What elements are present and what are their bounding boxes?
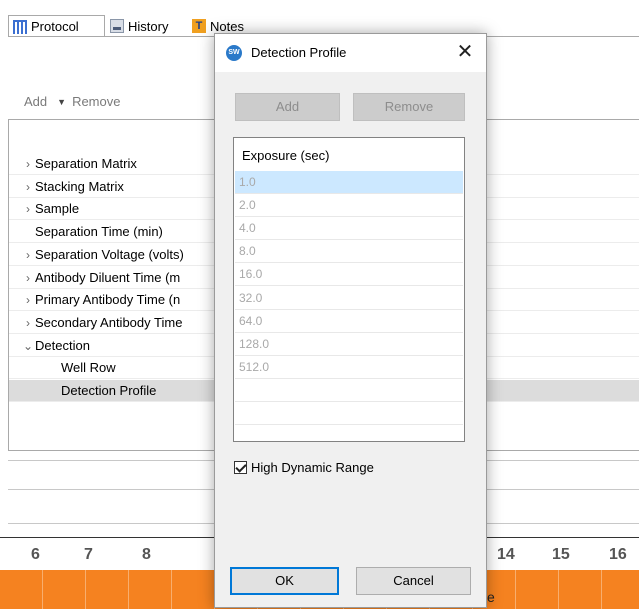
exposure-list-item[interactable]: 512.0 xyxy=(235,356,463,379)
exposure-list-item[interactable]: 2.0 xyxy=(235,194,463,218)
exposure-list-item[interactable]: 1.0 xyxy=(235,171,463,194)
timeline-number: 8 xyxy=(142,546,151,563)
exposure-column-header: Exposure (sec) xyxy=(242,148,330,163)
exposure-list-item[interactable]: 16.0 xyxy=(235,263,463,287)
checkbox-checked-icon[interactable] xyxy=(234,461,247,474)
timeline-number: 7 xyxy=(84,546,93,563)
exposure-list-item[interactable]: 4.0 xyxy=(235,217,463,241)
detection-profile-dialog: SW Detection Profile ✕ Add Remove Exposu… xyxy=(214,33,487,608)
timeline-number: 14 xyxy=(497,546,515,563)
chevron-right-icon[interactable]: › xyxy=(21,244,35,266)
high-dynamic-range-label: High Dynamic Range xyxy=(251,460,374,475)
tree-row-label: Primary Antibody Time (n xyxy=(35,292,181,308)
cancel-button[interactable]: Cancel xyxy=(356,567,471,595)
toolbar-remove-button[interactable]: Remove xyxy=(72,94,120,109)
tree-row-label: Separation Matrix xyxy=(35,156,137,171)
chevron-right-icon[interactable]: › xyxy=(21,198,35,220)
timeline-number: 6 xyxy=(31,546,40,563)
tree-row-label: Well Row xyxy=(61,360,116,376)
timeline-label: e xyxy=(487,589,495,605)
chevron-right-icon[interactable]: › xyxy=(21,267,35,289)
tree-row-label: Separation Time (min) xyxy=(35,224,163,240)
exposure-list-item[interactable]: 32.0 xyxy=(235,287,463,310)
tab-protocol[interactable]: Protocol xyxy=(8,15,105,37)
dialog-titlebar[interactable]: SW Detection Profile ✕ xyxy=(215,34,486,72)
tree-row-label: Sample xyxy=(35,201,80,217)
toolbar-add-button[interactable]: Add xyxy=(24,94,47,109)
exposure-list-item[interactable] xyxy=(235,379,463,402)
chevron-down-icon[interactable]: ⌄ xyxy=(21,335,35,357)
dialog-title: Detection Profile xyxy=(251,45,347,60)
history-icon xyxy=(110,19,124,33)
chevron-right-icon[interactable]: › xyxy=(21,289,35,311)
exposure-list-item[interactable] xyxy=(235,402,463,425)
tree-row-label: Detection Profile xyxy=(61,383,157,398)
protocol-toolbar: Add ▼ Remove xyxy=(24,94,120,109)
high-dynamic-range-checkbox[interactable]: High Dynamic Range xyxy=(234,460,374,475)
chevron-right-icon[interactable]: › xyxy=(21,176,35,198)
timeline-number: 16 xyxy=(609,546,627,563)
exposure-list[interactable]: Exposure (sec) 1.0 2.0 4.0 8.0 16.0 32.0 64.0 1… xyxy=(233,137,465,442)
exposure-list-item[interactable]: 8.0 xyxy=(235,240,463,264)
tree-row-label: Stacking Matrix xyxy=(35,178,124,194)
exposure-list-item[interactable]: 64.0 xyxy=(235,310,463,333)
tab-history[interactable]: History xyxy=(106,15,190,37)
timeline-number: 15 xyxy=(552,546,570,563)
tree-row-label: Detection xyxy=(35,337,90,353)
protocol-grid-icon xyxy=(13,19,27,34)
chevron-right-icon[interactable]: › xyxy=(21,312,35,334)
ok-button[interactable]: OK xyxy=(230,567,339,595)
tab-protocol-label: Protocol xyxy=(31,19,79,34)
tab-notes-label: Notes xyxy=(210,18,244,34)
chevron-right-icon[interactable]: › xyxy=(21,153,35,175)
close-icon[interactable]: ✕ xyxy=(453,40,477,64)
notes-icon: T xyxy=(192,19,206,33)
tree-row-label: Separation Voltage (volts) xyxy=(35,246,184,262)
remove-button[interactable]: Remove xyxy=(353,93,465,121)
tab-history-label: History xyxy=(128,18,169,34)
chevron-down-icon[interactable]: ▼ xyxy=(57,97,66,107)
app-logo-icon: SW xyxy=(226,45,242,61)
exposure-list-item[interactable]: 128.0 xyxy=(235,333,463,356)
tree-row-label: Secondary Antibody Time xyxy=(35,314,183,330)
tree-row-label: Antibody Diluent Time (m xyxy=(35,269,181,285)
add-button[interactable]: Add xyxy=(235,93,340,121)
